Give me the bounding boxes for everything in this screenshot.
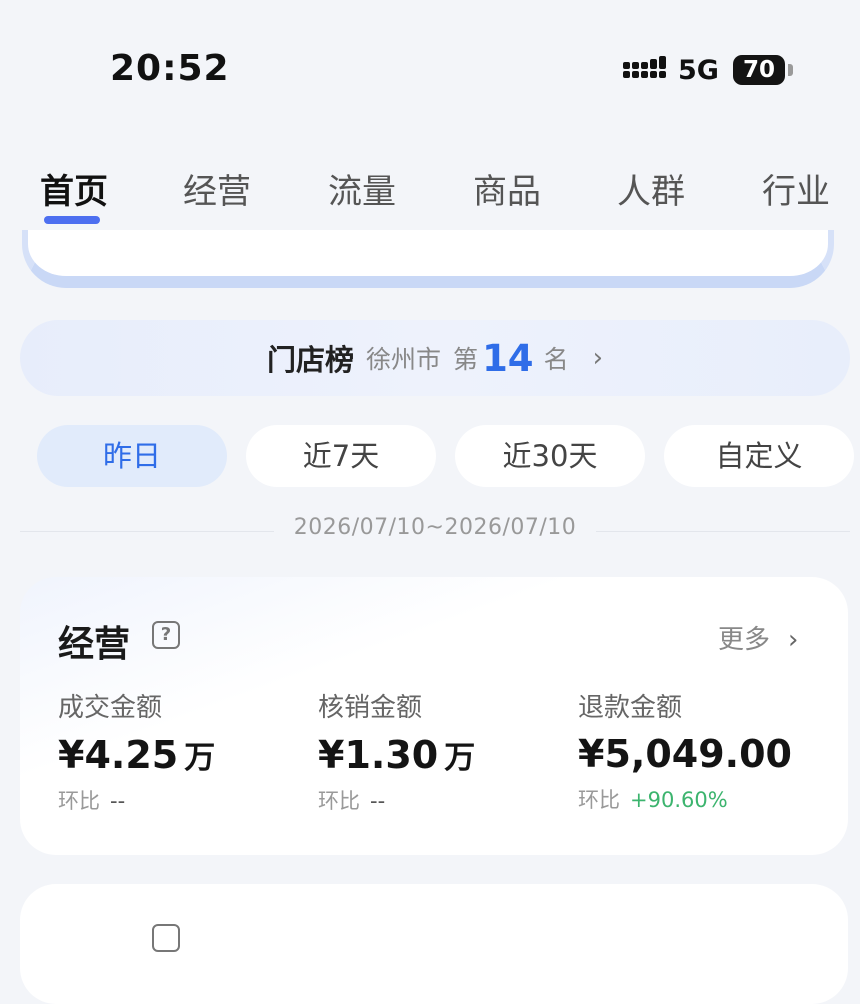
metric-label: 成交金额 xyxy=(58,693,163,723)
metric-value: ¥4.25 万 xyxy=(58,732,308,777)
tab-traffic[interactable]: 流量 xyxy=(328,164,396,213)
battery-icon: 70 xyxy=(733,55,785,85)
help-icon[interactable]: ? xyxy=(152,621,180,649)
metric-value: ¥1.30 万 xyxy=(318,732,568,777)
chevron-right-icon: › xyxy=(592,343,603,373)
store-rank-banner[interactable]: 门店榜 徐州市 第 14 名 › xyxy=(20,320,850,396)
network-label: 5G xyxy=(678,55,719,86)
rank-prefix: 第 xyxy=(453,345,479,374)
compare-label: 环比 xyxy=(578,788,620,812)
metric-unit: 万 xyxy=(184,740,216,776)
status-bar: 20:52 5G 70 xyxy=(0,0,860,130)
more-link[interactable]: 更多 › xyxy=(718,619,798,656)
status-time: 20:52 xyxy=(110,48,230,89)
metric-value: ¥5,049.00 xyxy=(578,732,838,776)
metric-label: 核销金额 xyxy=(318,693,423,723)
metric-compare: 环比 -- xyxy=(318,785,568,815)
date-range-label: 2026/07/10~2026/07/10 xyxy=(293,515,577,540)
compare-value: -- xyxy=(110,789,126,813)
help-icon[interactable] xyxy=(152,924,180,952)
metric-number: ¥1.30 xyxy=(318,733,439,777)
date-filter-7days[interactable]: 近7天 xyxy=(246,425,436,487)
metric-label: 退款金额 xyxy=(578,693,683,723)
next-card xyxy=(20,884,848,1004)
rank-suffix: 名 xyxy=(543,345,569,374)
tab-indicator xyxy=(44,216,100,224)
compare-value: +90.60% xyxy=(630,788,728,812)
rank-title: 门店榜 xyxy=(267,343,355,377)
metric-unit: 万 xyxy=(444,740,476,776)
business-card: 经营 ? 更多 › 成交金额 ¥4.25 万 环比 -- 核销金额 ¥1.30 万 环比… xyxy=(20,577,848,855)
tab-home[interactable]: 首页 xyxy=(40,164,108,213)
more-label: 更多 xyxy=(718,625,771,655)
tab-products[interactable]: 商品 xyxy=(473,164,541,213)
business-title: 经营 xyxy=(58,624,131,665)
metric-compare: 环比 +90.60% xyxy=(578,784,838,814)
rank-city: 徐州市 xyxy=(366,345,442,374)
tab-audience[interactable]: 人群 xyxy=(617,164,685,213)
battery-cap xyxy=(788,64,793,76)
compare-label: 环比 xyxy=(318,789,360,813)
date-filter-custom[interactable]: 自定义 xyxy=(664,425,854,487)
top-tabs: 首页 经营 流量 商品 人群 行业 xyxy=(0,160,860,230)
date-filter-yesterday[interactable]: 昨日 xyxy=(37,425,227,487)
tab-industry[interactable]: 行业 xyxy=(762,164,830,213)
signal-icon xyxy=(623,56,666,78)
metric-gmv[interactable]: 成交金额 ¥4.25 万 环比 -- xyxy=(58,687,308,815)
metric-redeemed[interactable]: 核销金额 ¥1.30 万 环比 -- xyxy=(318,687,568,815)
metric-compare: 环比 -- xyxy=(58,785,308,815)
chevron-right-icon: › xyxy=(788,625,799,655)
metric-number: ¥5,049.00 xyxy=(578,732,792,776)
compare-value: -- xyxy=(370,789,386,813)
tab-business[interactable]: 经营 xyxy=(183,164,251,213)
metric-number: ¥4.25 xyxy=(58,733,179,777)
metric-refund[interactable]: 退款金额 ¥5,049.00 环比 +90.60% xyxy=(578,687,838,814)
compare-label: 环比 xyxy=(58,789,100,813)
rank-number: 14 xyxy=(482,336,534,380)
date-filter-30days[interactable]: 近30天 xyxy=(455,425,645,487)
